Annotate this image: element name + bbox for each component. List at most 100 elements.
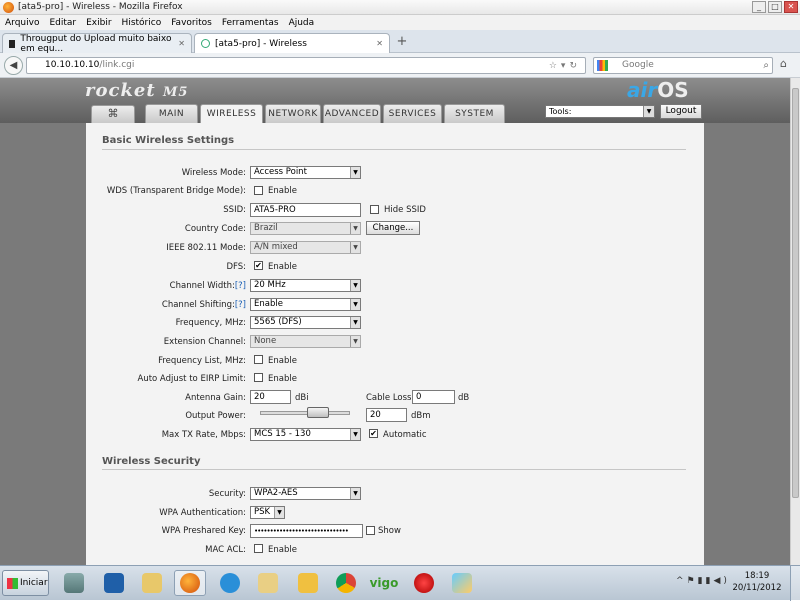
- tab-wireless-config[interactable]: WIRELESS: [200, 104, 263, 124]
- page-scrollbar[interactable]: [790, 78, 800, 565]
- menu-arquivo[interactable]: Arquivo: [5, 18, 39, 28]
- slider-handle[interactable]: [307, 407, 329, 418]
- new-tab-button[interactable]: +: [393, 35, 411, 51]
- change-country-button[interactable]: Change...: [366, 221, 420, 235]
- channel-width-label: Channel Width:[?]: [169, 281, 246, 291]
- dfs-checkbox[interactable]: ✔: [254, 261, 263, 270]
- ssid-input[interactable]: ATA5-PRO: [250, 203, 361, 217]
- firefox-icon: [3, 1, 14, 13]
- menu-favoritos[interactable]: Favoritos: [171, 18, 212, 28]
- show-key-checkbox[interactable]: [366, 526, 375, 535]
- taskbar: Iniciar vigo ^⚑▮▮◀) 18:19 20/11/2012: [0, 565, 800, 601]
- url-actions[interactable]: ☆▾↻: [549, 59, 581, 74]
- logout-button[interactable]: Logout: [660, 104, 702, 119]
- channel-width-select[interactable]: 20 MHz ▼: [250, 279, 361, 292]
- wireless-mode-select[interactable]: Access Point ▼: [250, 166, 361, 179]
- divider: [102, 149, 686, 150]
- extension-channel-select: None ▼: [250, 335, 361, 348]
- frequency-label: Frequency, MHz:: [175, 318, 246, 328]
- airos-logo: airOS: [627, 78, 689, 102]
- mac-acl-checkbox[interactable]: [254, 544, 263, 553]
- section-basic-title: Basic Wireless Settings: [102, 135, 235, 146]
- channel-shifting-select[interactable]: Enable ▼: [250, 298, 361, 311]
- mac-acl-label: MAC ACL:: [205, 545, 246, 555]
- clock[interactable]: 18:19 20/11/2012: [732, 570, 782, 594]
- wds-option-label: Enable: [268, 186, 297, 196]
- window-title: [ata5-pro] - Wireless - Mozilla Firefox: [18, 2, 183, 12]
- url-bar[interactable]: 10.10.10.10/link.cgi ☆▾↻: [26, 57, 586, 74]
- search-input[interactable]: Google ⌕: [593, 57, 773, 74]
- country-code-select: Brazil ▼: [250, 222, 361, 235]
- output-power-input[interactable]: 20: [366, 408, 407, 422]
- close-tab-icon[interactable]: ✕: [178, 39, 185, 48]
- frequency-select[interactable]: 5565 (DFS) ▼: [250, 316, 361, 329]
- folder-icon[interactable]: [252, 570, 284, 596]
- tab-services[interactable]: SERVICES: [383, 104, 442, 123]
- channel-shifting-help-link[interactable]: [?]: [235, 300, 246, 310]
- red-app-icon[interactable]: [408, 570, 440, 596]
- menu-ferramentas[interactable]: Ferramentas: [222, 18, 279, 28]
- tab-advanced[interactable]: ADVANCED: [323, 104, 381, 123]
- ieee-mode-select: A/N mixed ▼: [250, 241, 361, 254]
- internet-explorer-icon[interactable]: [214, 570, 246, 596]
- system-tray[interactable]: ^⚑▮▮◀): [676, 576, 730, 586]
- dfs-label: DFS:: [226, 262, 246, 272]
- ubnt-home-icon[interactable]: ⌘: [91, 105, 135, 123]
- auto-adjust-checkbox[interactable]: [254, 373, 263, 382]
- close-button[interactable]: ✕: [784, 1, 798, 13]
- cable-loss-input[interactable]: 0: [412, 390, 455, 404]
- paint-icon[interactable]: [446, 570, 478, 596]
- firefox-icon[interactable]: [174, 570, 206, 596]
- tab-upload-thread[interactable]: Througput do Upload muito baixo em equ..…: [2, 33, 192, 54]
- search-icon[interactable]: ⌕: [763, 58, 769, 73]
- antenna-gain-unit: dBi: [295, 393, 309, 403]
- minimize-button[interactable]: _: [752, 1, 766, 13]
- show-desktop-button[interactable]: [790, 566, 800, 601]
- cable-loss-unit: dB: [458, 393, 470, 403]
- vigo-icon[interactable]: vigo: [368, 570, 400, 596]
- tab-system[interactable]: SYSTEM: [444, 104, 505, 123]
- mac-acl-option-label: Enable: [268, 545, 297, 555]
- scrollbar-thumb[interactable]: [792, 88, 799, 498]
- start-button[interactable]: Iniciar: [2, 570, 49, 596]
- tab-main[interactable]: MAIN: [145, 104, 198, 123]
- ssid-label: SSID:: [223, 205, 246, 215]
- frequency-list-checkbox[interactable]: [254, 355, 263, 364]
- security-select[interactable]: WPA2-AES ▼: [250, 487, 361, 500]
- server-manager-icon[interactable]: [58, 570, 90, 596]
- airos-header: rocket M5 airOS ⌘ MAIN WIRELESS NETWORK …: [0, 78, 790, 124]
- menu-exibir[interactable]: Exibir: [86, 18, 111, 28]
- file-explorer-icon[interactable]: [136, 570, 168, 596]
- wireless-mode-label: Wireless Mode:: [181, 168, 246, 178]
- automatic-checkbox[interactable]: ✔: [369, 429, 378, 438]
- channel-shifting-label: Channel Shifting:[?]: [161, 300, 246, 310]
- channel-width-help-link[interactable]: [?]: [235, 281, 246, 291]
- maximize-button[interactable]: □: [768, 1, 782, 13]
- outlook-icon[interactable]: [292, 570, 324, 596]
- tab-wireless[interactable]: [ata5-pro] - Wireless ✕: [194, 33, 390, 53]
- hide-ssid-checkbox[interactable]: [370, 205, 379, 214]
- chrome-icon[interactable]: [330, 570, 362, 596]
- close-tab-icon[interactable]: ✕: [376, 39, 383, 48]
- wpa-auth-select[interactable]: PSK ▼: [250, 506, 285, 519]
- tab-network[interactable]: NETWORK: [265, 104, 321, 123]
- max-tx-rate-select[interactable]: MCS 15 - 130 ▼: [250, 428, 361, 441]
- auto-adjust-label: Auto Adjust to EIRP Limit:: [137, 374, 247, 384]
- tools-select[interactable]: Tools: ▼: [545, 105, 655, 118]
- ieee-mode-label: IEEE 802.11 Mode:: [166, 243, 246, 253]
- home-icon[interactable]: ⌂: [780, 57, 787, 70]
- tab-label: Througput do Upload muito baixo em equ..…: [20, 33, 172, 54]
- menu-ajuda[interactable]: Ajuda: [289, 18, 315, 28]
- antenna-gain-input[interactable]: 20: [250, 390, 291, 404]
- back-button[interactable]: ◀: [4, 56, 23, 75]
- menu-historico[interactable]: Histórico: [122, 18, 162, 28]
- output-power-slider[interactable]: [260, 407, 350, 418]
- menu-editar[interactable]: Editar: [49, 18, 76, 28]
- frequency-list-option-label: Enable: [268, 356, 297, 366]
- device-logo: rocket M5: [85, 80, 189, 101]
- show-key-label: Show: [378, 526, 401, 536]
- wpa-key-input[interactable]: ••••••••••••••••••••••••••••••: [250, 524, 363, 538]
- powershell-icon[interactable]: [98, 570, 130, 596]
- wds-checkbox[interactable]: [254, 186, 263, 195]
- page-icon: [201, 39, 210, 48]
